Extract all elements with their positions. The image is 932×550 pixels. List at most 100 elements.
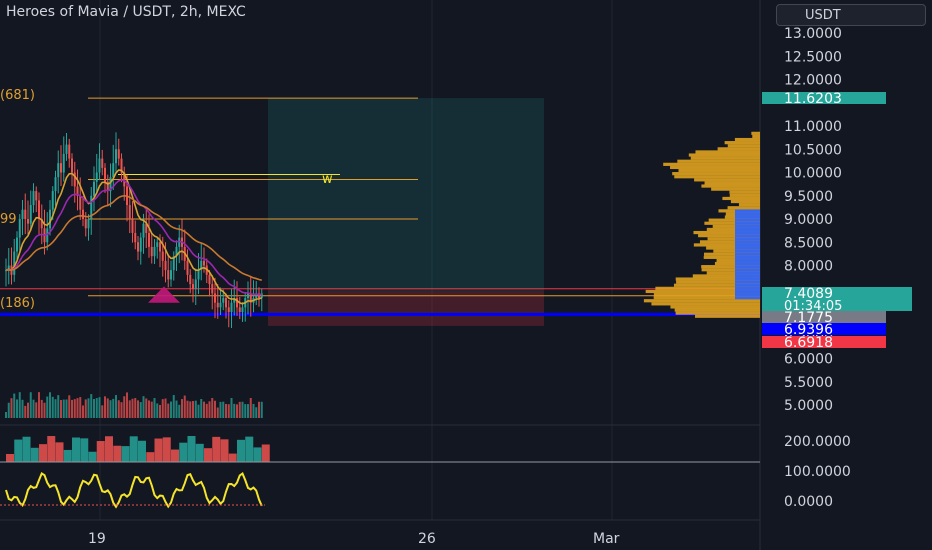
price-chart[interactable]: 13.0000 12.5000 12.0000 11.0000 10.5000 10.00… [0,0,932,550]
volume-profile-va-bar [735,212,760,216]
volume-profile-bar [688,153,760,157]
volume-profile-va-bar [735,227,760,232]
volume-profile-va-bar [735,265,760,269]
candle-body [211,284,214,294]
candle-body [241,307,244,312]
histogram-bar [228,453,237,462]
candle-body [117,149,120,159]
volume-bar [117,400,120,418]
chart-title: Heroes of Mavia / USDT, 2h, MEXC [6,4,246,20]
volume-profile-bar [722,196,760,201]
candle-body [216,302,219,308]
volume-bar [62,399,65,418]
volume-profile-bar [729,193,760,197]
y-tick-label: 13.0000 [784,26,842,42]
y-tick-label: 5.5000 [784,375,833,391]
volume-profile-va-bar [735,237,760,241]
volume-bar [126,392,128,418]
volume-profile-va-bar [735,249,760,253]
volume-bar [29,392,32,418]
histogram-bar [6,454,14,462]
volume-bar [203,401,205,418]
volume-profile-bar [717,147,760,151]
volume-bar [153,398,156,418]
candle-body [13,251,16,275]
volume-bar [249,398,252,418]
candle-body [197,270,200,280]
y-tick-label: 8.0000 [784,259,833,275]
volume-bar [181,399,183,418]
volume-bar [189,401,192,418]
volume-bar [60,399,62,418]
x-tick-label: Mar [593,531,620,547]
histogram-bar [154,438,163,462]
volume-profile-bar [711,187,760,191]
y-tick-label: 5.0000 [784,398,833,414]
volume-bar [164,398,167,418]
candle-body [214,293,216,303]
volume-profile-bar [734,137,760,142]
volume-profile-bar [694,178,760,182]
candle-body [161,251,164,261]
volume-profile-bar [730,199,760,204]
volume-bar [145,398,148,418]
volume-profile-va-bar [735,289,760,294]
histogram-bar [96,441,105,462]
volume-profile-bar [738,203,760,207]
candle-body [79,195,82,210]
candle-body [194,279,197,289]
volume-profile-va-bar [735,286,760,290]
volume-bar [139,402,142,418]
volume-bar [16,399,18,418]
volume-bar [79,397,82,418]
volume-profile-bar [674,175,760,179]
y-tick-label: 10.5000 [784,142,842,158]
volume-bar [35,402,38,418]
y-tick-label: 10.0000 [784,166,842,182]
volume-bar [90,394,93,418]
volume-bar [236,404,238,418]
volume-bar [21,399,24,418]
candle-body [32,191,35,206]
volume-profile-va-bar [735,296,760,300]
volume-bar [101,405,104,418]
candle-body [170,270,172,280]
candle-body [68,144,71,159]
volume-bar [82,405,84,418]
volume-bar [87,398,90,418]
currency-selector[interactable]: USDT [776,4,926,26]
volume-profile-va-bar [735,274,760,278]
histogram-bar [187,436,196,462]
volume-bar [150,401,153,418]
volume-bar [84,399,87,418]
volume-bar [170,401,172,418]
volume-profile-va-bar [735,268,760,272]
candle-body [227,307,230,312]
volume-bar [211,398,214,418]
volume-profile-va-bar [735,271,760,275]
candle-body [65,144,68,154]
histogram-bar [129,436,138,462]
volume-profile-va-bar [735,246,760,250]
candle-body [222,298,225,303]
candle-body [189,274,192,285]
candle-body [225,298,227,308]
volume-bar [241,401,244,418]
volume-bar [183,395,186,418]
volume-bar [123,396,126,418]
w-marker: w [322,172,333,187]
y-tick-label: 8.5000 [784,235,833,251]
volume-bar [98,397,101,418]
candle-body [142,223,145,238]
y-tick-label: 6.0000 [784,352,833,368]
volume-bar [120,402,123,418]
volume-bar [227,404,230,418]
candle-body [150,246,153,257]
volume-profile-va-bar [735,255,760,259]
y-tick-label: 9.5000 [784,189,833,205]
volume-bar [200,398,203,418]
volume-profile-bar [663,162,760,166]
volume-bar [18,392,21,418]
candle-body [148,232,150,247]
histogram-bar [171,449,179,462]
